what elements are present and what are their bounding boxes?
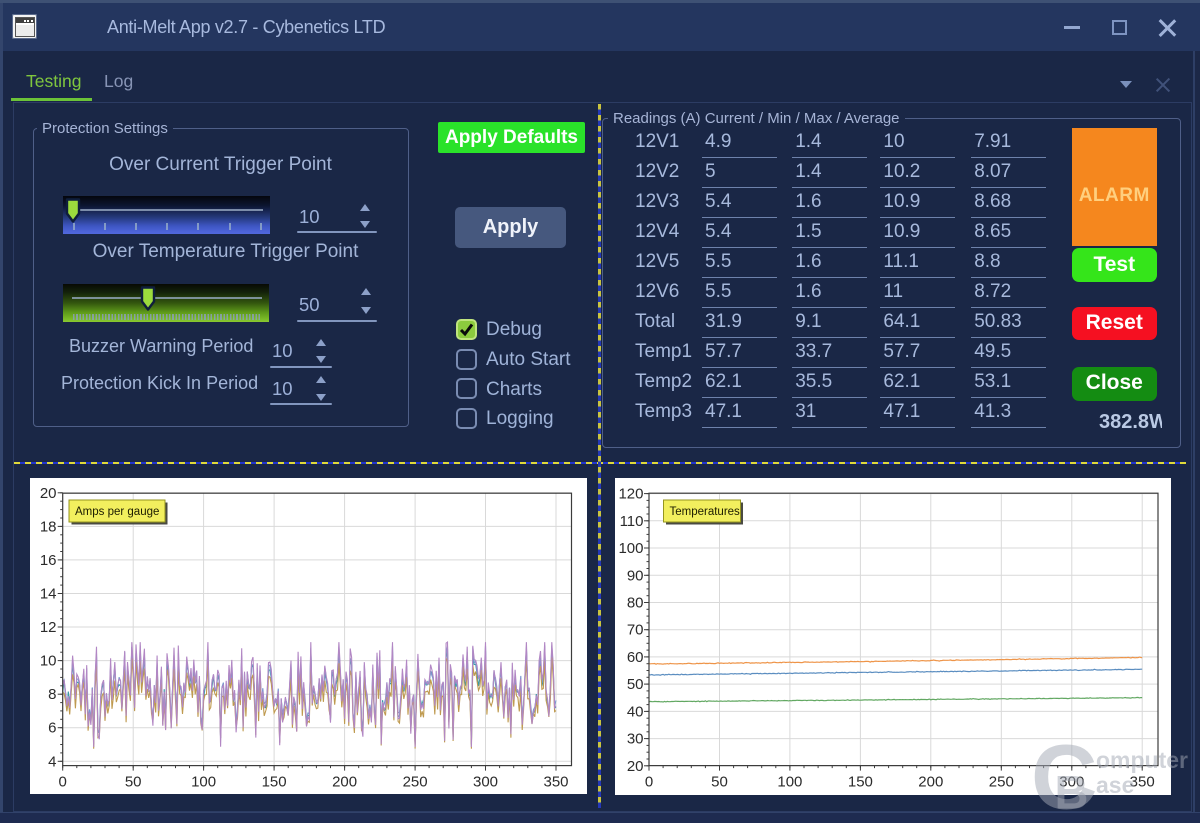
svg-text:4: 4 <box>48 753 56 770</box>
svg-text:50: 50 <box>124 773 141 790</box>
svg-text:100: 100 <box>777 773 802 790</box>
svg-text:18: 18 <box>39 518 56 535</box>
svg-text:150: 150 <box>261 773 286 790</box>
svg-text:200: 200 <box>918 773 943 790</box>
svg-text:250: 250 <box>402 773 427 790</box>
svg-text:14: 14 <box>39 585 56 602</box>
svg-text:120: 120 <box>618 485 643 502</box>
svg-text:250: 250 <box>988 773 1013 790</box>
svg-text:100: 100 <box>618 540 643 557</box>
svg-text:90: 90 <box>626 567 643 584</box>
svg-text:350: 350 <box>543 773 568 790</box>
svg-text:20: 20 <box>39 485 56 502</box>
svg-text:0: 0 <box>644 773 652 790</box>
svg-text:omputer: omputer <box>1096 747 1188 773</box>
svg-text:10: 10 <box>39 652 56 669</box>
svg-text:B: B <box>1055 765 1089 818</box>
svg-text:16: 16 <box>39 552 56 569</box>
svg-text:0: 0 <box>58 773 66 790</box>
svg-text:Temperatures: Temperatures <box>669 506 740 518</box>
svg-text:80: 80 <box>626 594 643 611</box>
svg-text:50: 50 <box>711 773 728 790</box>
svg-text:150: 150 <box>847 773 872 790</box>
svg-text:12: 12 <box>39 619 56 636</box>
svg-text:30: 30 <box>626 730 643 747</box>
svg-text:6: 6 <box>48 719 56 736</box>
svg-text:20: 20 <box>626 758 643 775</box>
svg-text:8: 8 <box>48 686 56 703</box>
svg-text:300: 300 <box>472 773 497 790</box>
svg-text:70: 70 <box>626 621 643 638</box>
svg-text:110: 110 <box>619 513 643 530</box>
svg-text:200: 200 <box>332 773 357 790</box>
svg-text:60: 60 <box>626 649 643 666</box>
svg-text:40: 40 <box>626 703 643 720</box>
svg-text:50: 50 <box>626 676 643 693</box>
svg-text:100: 100 <box>191 773 216 790</box>
svg-text:ase: ase <box>1096 772 1134 798</box>
svg-text:Amps per gauge: Amps per gauge <box>75 506 159 518</box>
